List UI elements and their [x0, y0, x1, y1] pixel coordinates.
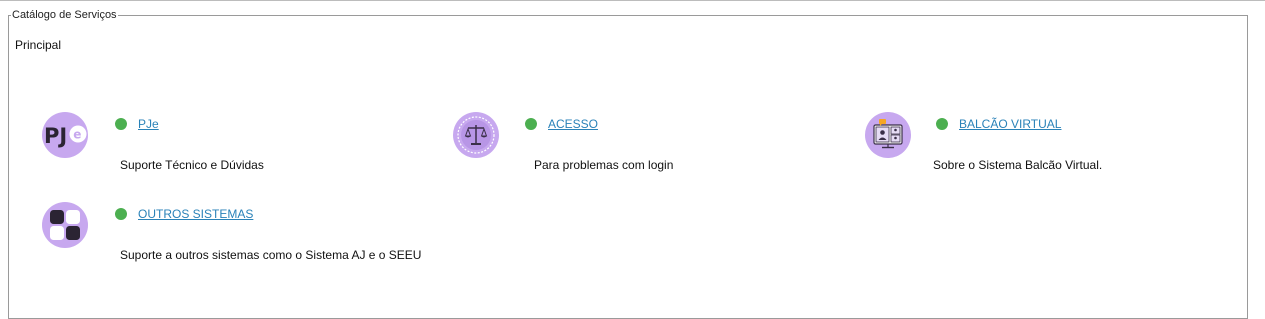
service-link-pje[interactable]: PJe [138, 117, 159, 131]
pje-logo-icon[interactable]: PJ e [42, 112, 88, 158]
section-title: Principal [15, 38, 62, 52]
scales-badge-icon[interactable] [453, 112, 499, 158]
status-dot [115, 118, 127, 130]
status-dot [525, 118, 537, 130]
service-description: Sobre o Sistema Balcão Virtual. [933, 158, 1103, 172]
svg-text:e: e [73, 128, 81, 142]
video-call-monitor-icon[interactable] [865, 112, 911, 158]
grid-squares-icon[interactable] [42, 202, 88, 248]
svg-text:PJ: PJ [44, 124, 67, 148]
service-description: Suporte a outros sistemas como o Sistema… [120, 248, 422, 262]
service-link-outros-sistemas[interactable]: OUTROS SISTEMAS [138, 207, 253, 221]
status-dot [936, 118, 948, 130]
service-link-acesso[interactable]: ACESSO [548, 117, 598, 131]
top-divider [0, 0, 1265, 1]
panel-legend: Catálogo de Serviços [12, 9, 117, 21]
status-dot [115, 208, 127, 220]
service-link-balcao-virtual[interactable]: BALCÃO VIRTUAL [959, 117, 1061, 131]
service-description: Suporte Técnico e Dúvidas [120, 158, 264, 172]
service-description: Para problemas com login [534, 158, 674, 172]
